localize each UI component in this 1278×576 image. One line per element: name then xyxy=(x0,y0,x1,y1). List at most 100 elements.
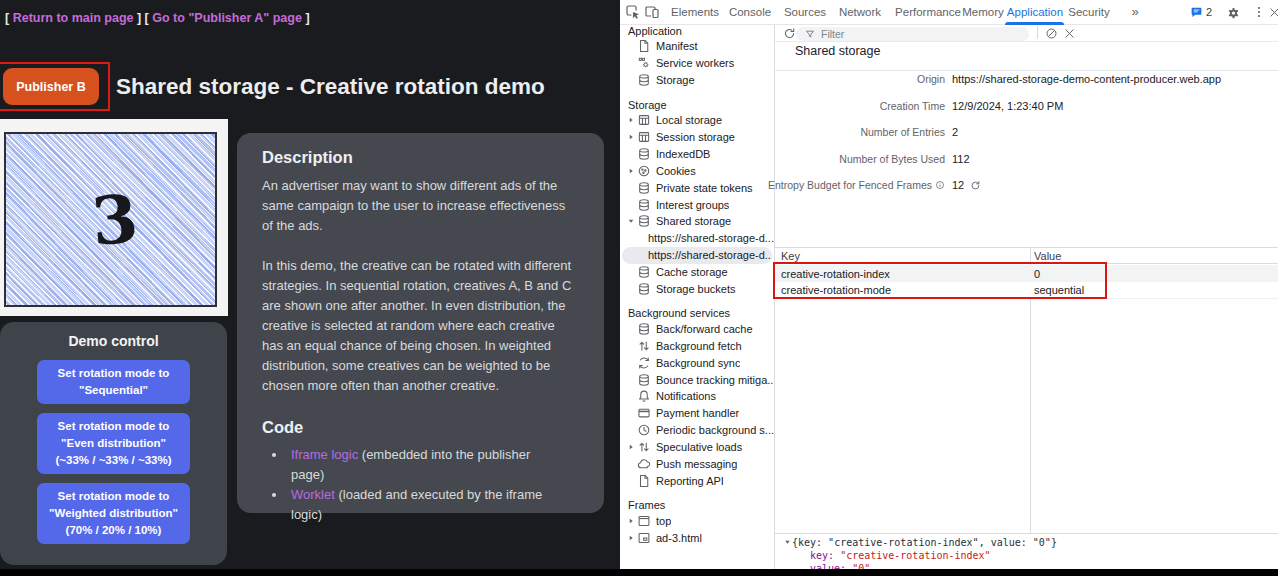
sidebar-item-speculative-loads[interactable]: Speculative loads xyxy=(620,439,774,456)
demo-control-panel: Demo control Set rotation mode to "Seque… xyxy=(0,322,227,565)
tab-network[interactable]: Network xyxy=(839,0,881,25)
sidebar-item-push-messaging[interactable]: Push messaging xyxy=(620,456,774,473)
column-value[interactable]: Value xyxy=(1030,250,1061,262)
chevron-right-icon[interactable] xyxy=(625,530,637,546)
sidebar-item-storage-buckets[interactable]: Storage buckets xyxy=(620,281,774,298)
field-number-of-bytes: Number of Bytes Used 112 xyxy=(775,146,1278,173)
chevron-right-icon[interactable] xyxy=(625,163,637,179)
shared-storage-panel: Filter Shared storage Origin https://sha… xyxy=(775,25,1278,569)
chevron-right-icon[interactable] xyxy=(625,439,637,455)
description-paragraph-1: An advertiser may want to show different… xyxy=(262,176,579,236)
field-number-of-entries: Number of Entries 2 xyxy=(775,119,1278,146)
description-title: Description xyxy=(262,147,579,167)
payment-card-icon xyxy=(637,406,651,420)
database-icon xyxy=(637,282,651,296)
chevron-right-icon[interactable] xyxy=(625,112,637,128)
chevron-down-icon[interactable] xyxy=(625,213,637,229)
field-origin: Origin https://shared-storage-demo-conte… xyxy=(775,66,1278,93)
iframe-logic-link[interactable]: Iframe logic xyxy=(291,447,358,462)
publisher-demo-page: [ Return to main page ] [ Go to "Publish… xyxy=(0,0,620,569)
sidebar-item-manifest[interactable]: Manifest xyxy=(620,38,774,55)
sidebar-item-frame-ad3[interactable]: ad-3.html xyxy=(620,529,774,546)
reset-budget-icon[interactable] xyxy=(970,180,981,191)
database-icon xyxy=(637,147,651,161)
red-annotation-box-table xyxy=(773,262,1107,299)
set-sequential-button[interactable]: Set rotation mode to "Sequential" xyxy=(37,360,190,404)
error-count-badge[interactable]: 2 xyxy=(1206,0,1212,25)
database-icon xyxy=(637,322,651,336)
database-icon xyxy=(637,73,651,87)
settings-gear-icon[interactable] xyxy=(1226,5,1241,20)
sidebar-item-shared-storage-origin-1[interactable]: https://shared-storage-d... xyxy=(620,230,774,247)
refresh-icon[interactable] xyxy=(783,27,796,40)
sidebar-item-storage[interactable]: Storage xyxy=(620,72,774,89)
creative-ad-frame: 3 xyxy=(0,119,228,316)
kebab-menu-icon[interactable] xyxy=(1252,5,1266,19)
sidebar-item-service-workers[interactable]: Service workers xyxy=(620,55,774,72)
tab-sources[interactable]: Sources xyxy=(784,0,826,25)
filter-input[interactable]: Filter xyxy=(796,27,1029,41)
publisher-b-button[interactable]: Publisher B xyxy=(3,68,99,105)
sidebar-item-back-forward-cache[interactable]: Back/forward cache xyxy=(620,320,774,337)
bracket: ] xyxy=(305,11,309,25)
tab-performance[interactable]: Performance xyxy=(895,0,961,25)
set-even-distribution-button[interactable]: Set rotation mode to "Even distribution"… xyxy=(37,413,190,474)
application-sidebar: Application Manifest Service workers Sto… xyxy=(620,25,775,569)
sidebar-item-indexeddb[interactable]: IndexedDB xyxy=(620,145,774,162)
toolbar-separator xyxy=(1037,26,1038,39)
more-tabs-icon[interactable]: » xyxy=(1131,0,1138,25)
expand-triangle-icon[interactable] xyxy=(783,538,792,546)
return-to-main-page-link[interactable]: Return to main page xyxy=(13,11,134,25)
database-icon xyxy=(637,181,651,195)
sidebar-item-shared-storage-origin-2[interactable]: https://shared-storage-d... xyxy=(622,247,772,264)
sidebar-item-shared-storage[interactable]: Shared storage xyxy=(620,213,774,230)
sidebar-item-frame-top[interactable]: top xyxy=(620,512,774,529)
tab-console[interactable]: Console xyxy=(729,0,771,25)
tab-security[interactable]: Security xyxy=(1068,0,1110,25)
device-toolbar-icon[interactable] xyxy=(644,4,660,20)
sidebar-item-cookies[interactable]: Cookies xyxy=(620,162,774,179)
go-to-publisher-a-link[interactable]: Go to "Publisher A" page xyxy=(152,11,302,25)
info-icon[interactable] xyxy=(935,180,945,190)
preview-summary-line[interactable]: {key: "creative-rotation-index", value: … xyxy=(783,537,1057,548)
code-links-list: Iframe logic (embedded into the publishe… xyxy=(262,445,579,525)
clear-block-icon[interactable] xyxy=(1045,27,1058,40)
sidebar-item-local-storage[interactable]: Local storage xyxy=(620,112,774,129)
inspect-element-icon[interactable] xyxy=(625,4,641,20)
worklet-link[interactable]: Worklet xyxy=(291,487,335,502)
delete-icon[interactable] xyxy=(1063,27,1076,40)
sidebar-item-periodic-background-sync[interactable]: Periodic background s... xyxy=(620,422,774,439)
devtools-tabbar: Elements Console Sources Network Perform… xyxy=(620,0,1278,25)
sidebar-section-application: Application xyxy=(620,25,774,38)
panel-toolbar: Filter xyxy=(775,25,1278,42)
table-icon xyxy=(637,113,651,127)
cloud-icon xyxy=(637,457,651,471)
field-creation-time: Creation Time 12/9/2024, 1:23:40 PM xyxy=(775,93,1278,120)
clock-icon xyxy=(637,423,651,437)
set-weighted-distribution-button[interactable]: Set rotation mode to "Weighted distribut… xyxy=(37,483,190,544)
tab-memory[interactable]: Memory xyxy=(962,0,1004,25)
sidebar-item-session-storage[interactable]: Session storage xyxy=(620,129,774,146)
sidebar-item-private-state-tokens[interactable]: Private state tokens xyxy=(620,179,774,196)
column-key[interactable]: Key xyxy=(775,250,1030,262)
console-messages-icon[interactable] xyxy=(1190,6,1203,19)
file-icon xyxy=(637,474,651,488)
field-entropy-budget: Entropy Budget for Fenced Frames 12 xyxy=(775,172,1278,199)
up-down-arrows-icon xyxy=(637,339,651,353)
sidebar-item-notifications[interactable]: Notifications xyxy=(620,388,774,405)
chevron-right-icon[interactable] xyxy=(625,129,637,145)
tab-elements[interactable]: Elements xyxy=(671,0,719,25)
report-title: Shared storage xyxy=(795,44,880,58)
filter-placeholder: Filter xyxy=(821,28,844,40)
sidebar-item-payment-handler[interactable]: Payment handler xyxy=(620,405,774,422)
sidebar-item-background-fetch[interactable]: Background fetch xyxy=(620,337,774,354)
sidebar-item-reporting-api[interactable]: Reporting API xyxy=(620,472,774,489)
sidebar-item-bounce-tracking[interactable]: Bounce tracking mitiga... xyxy=(620,371,774,388)
sidebar-item-background-sync[interactable]: Background sync xyxy=(620,354,774,371)
chevron-right-icon[interactable] xyxy=(625,513,637,529)
database-icon xyxy=(637,198,651,212)
close-devtools-icon[interactable] xyxy=(1268,6,1278,19)
devtools-window: Elements Console Sources Network Perform… xyxy=(620,0,1278,569)
sidebar-item-cache-storage[interactable]: Cache storage xyxy=(620,264,774,281)
sidebar-item-interest-groups[interactable]: Interest groups xyxy=(620,196,774,213)
